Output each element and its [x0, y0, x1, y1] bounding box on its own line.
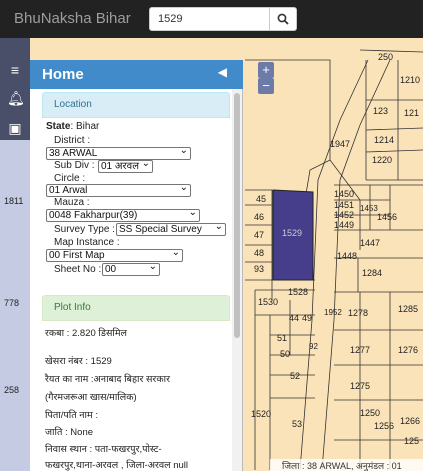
map-instance-label: Map Instance :: [54, 237, 120, 248]
plot-label: 1528: [288, 287, 309, 297]
plot-label: 1210: [400, 75, 421, 85]
circle-label: Circle :: [54, 173, 86, 184]
plot-label: 1284: [362, 268, 383, 278]
plot-label: 44: [289, 313, 300, 323]
zoom-in-button[interactable]: +: [258, 62, 274, 78]
residence: निवास स्थान : पता-फखरपुर,पोस्ट-: [45, 444, 162, 455]
location-header-text: Location: [54, 99, 92, 110]
plot-label: 125: [404, 436, 420, 446]
plot-label: 1449: [334, 220, 355, 230]
state-row: State: Bihar: [46, 121, 99, 132]
plot-label: 1947: [330, 139, 351, 149]
subdiv-label: Sub Div :: [54, 160, 95, 171]
selected-plot-label: 1529: [282, 228, 303, 238]
left-map-strip: 1811 778 258: [0, 140, 30, 471]
search-icon: [277, 13, 289, 25]
menu-icon[interactable]: ≡: [7, 62, 23, 78]
search-button[interactable]: [270, 7, 297, 31]
plot-label: 1456: [377, 212, 398, 222]
caste: जाति : None: [45, 427, 94, 438]
plot-area: रकबा : 2.820 डिसमिल: [45, 328, 127, 339]
location-section-header[interactable]: Location: [42, 92, 230, 118]
search-input[interactable]: [149, 7, 270, 31]
map-instance-select[interactable]: 00 First Map: [46, 249, 183, 262]
plot-label: 1520: [251, 409, 272, 419]
plot-info-section-header[interactable]: Plot Info: [42, 295, 230, 321]
state-value: : Bihar: [70, 121, 100, 132]
plot-label: 1275: [350, 381, 371, 391]
plot-label: 1277: [350, 345, 371, 355]
sheet-no-select[interactable]: 00: [102, 263, 160, 276]
plot-label: 1452: [334, 210, 355, 220]
plot-label: 1214: [374, 135, 395, 145]
plot-label: 50: [280, 349, 291, 359]
plot-label: 46: [254, 212, 265, 222]
plot-label: 49: [302, 313, 313, 323]
state-label: State: [46, 121, 71, 132]
plot-label: 121: [404, 108, 420, 118]
plot-label: 93: [254, 264, 265, 274]
circle-select[interactable]: 01 Arwal: [46, 184, 191, 197]
plot-label: 250: [378, 52, 394, 62]
survey-type-label: Survey Type :: [54, 224, 115, 235]
plot-label: 1266: [400, 416, 421, 426]
sidebar-title: Home: [42, 66, 84, 83]
sheet-no-label: Sheet No :: [54, 264, 102, 275]
plot-label: 1451: [334, 200, 355, 210]
raiyat-name-cont: (गैरमजरूआ खास/मालिक): [45, 392, 137, 403]
raiyat-name: रैयत का नाम :अनाबाद बिहार सरकार: [45, 374, 170, 385]
subdiv-select[interactable]: 01 अरवल: [98, 160, 153, 173]
survey-type-select[interactable]: SS Special Survey: [116, 223, 226, 236]
plot-label: 1285: [398, 304, 419, 314]
plot-label: 1276: [398, 345, 419, 355]
plot-label: 1220: [372, 155, 393, 165]
plot-label: 53: [292, 419, 303, 429]
plot-label: 1250: [360, 408, 381, 418]
image-icon[interactable]: ▣: [7, 120, 23, 136]
bell-icon[interactable]: 🔔︎: [7, 90, 25, 106]
collapse-icon[interactable]: ◀: [218, 65, 227, 79]
district-select[interactable]: 38 ARWAL: [46, 147, 191, 160]
khesra-number: खेसरा नंबर : 1529: [45, 356, 112, 367]
zoom-out-button[interactable]: −: [258, 78, 274, 94]
plot-label: 48: [254, 248, 265, 258]
plot-label: 52: [290, 371, 301, 381]
plot-label: 1530: [258, 297, 279, 307]
mauza-label: Mauza :: [54, 197, 90, 208]
father-name: पिता/पति नाम :: [45, 410, 98, 421]
map-attribution: जिला : 38 ARWAL, अनुमंडल : 01: [270, 459, 423, 471]
sidebar-header: Home ◀: [30, 60, 243, 89]
plot-label: 1952: [324, 308, 342, 317]
plot-label: 45: [256, 194, 267, 204]
plot-label: 92: [309, 342, 318, 351]
top-navbar: BhuNaksha Bihar: [0, 0, 423, 38]
plot-label: 1256: [374, 421, 395, 431]
left-plot-label: 258: [4, 385, 20, 395]
brand-title[interactable]: BhuNaksha Bihar: [14, 10, 131, 27]
plot-label: 1278: [348, 308, 369, 318]
plot-label: 47: [254, 230, 265, 240]
plot-info-header-text: Plot Info: [54, 302, 91, 313]
plot-label: 1448: [337, 251, 358, 261]
plot-search: [149, 7, 297, 31]
mauza-select[interactable]: 0048 Fakharpur(39): [46, 209, 200, 222]
scrollbar-thumb[interactable]: [234, 93, 240, 338]
left-plot-label: 1811: [4, 196, 24, 206]
residence-cont: फखरपुर,थाना-अरवल , जिला-अरवल null: [45, 460, 188, 471]
district-label: District :: [54, 135, 91, 146]
plot-label: 1453: [360, 204, 378, 213]
left-plot-label: 778: [4, 298, 20, 308]
plot-label: 1450: [334, 189, 355, 199]
plot-label: 1447: [360, 238, 381, 248]
plot-label: 123: [373, 106, 389, 116]
plot-label: 51: [277, 333, 288, 343]
